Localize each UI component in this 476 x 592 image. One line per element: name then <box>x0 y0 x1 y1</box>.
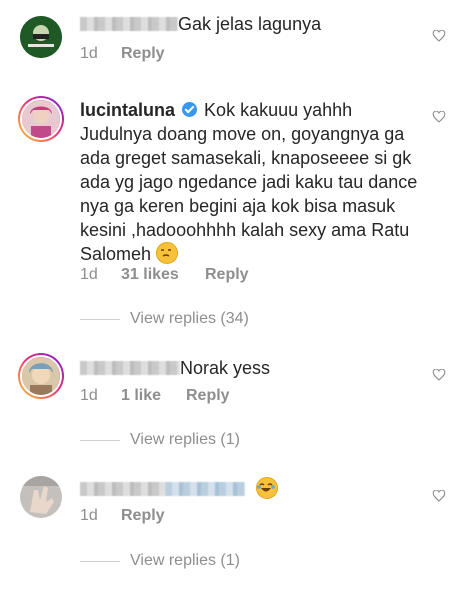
comment-time: 1d <box>80 507 98 524</box>
view-replies-row[interactable]: View replies (1) <box>80 430 320 450</box>
reply-button[interactable]: Reply <box>186 386 230 406</box>
heart-outline-icon[interactable] <box>432 111 446 123</box>
heart-outline-icon[interactable] <box>432 369 446 381</box>
comment-body: Kok kakuuu yahhh Judulnya doang move on,… <box>80 100 418 264</box>
face-with-tears-of-joy-icon <box>256 477 279 499</box>
redacted-username <box>80 482 165 496</box>
comment-text: Norak yess <box>80 356 420 380</box>
heart-outline-icon[interactable] <box>432 490 446 502</box>
comment-time: 1d <box>80 387 98 404</box>
avatar[interactable] <box>20 16 62 58</box>
likes-count[interactable]: 31 likes <box>121 265 179 285</box>
replies-divider <box>80 319 120 320</box>
view-replies-link[interactable]: View replies (34) <box>130 309 249 329</box>
comment-text <box>80 477 420 501</box>
avatar-logo-icon <box>20 16 62 58</box>
comment-body: Norak yess <box>180 358 271 378</box>
comment-text: lucintaluna Kok kakuuu yahhh Judulnya do… <box>80 98 425 266</box>
redacted-text <box>165 482 245 496</box>
comment-body: Gak jelas lagunya <box>178 14 322 34</box>
replies-divider <box>80 440 120 441</box>
avatar-photo-icon <box>22 100 60 138</box>
replies-divider <box>80 561 120 562</box>
likes-count[interactable]: 1 like <box>121 386 161 406</box>
comment-text: Gak jelas lagunya <box>80 12 420 36</box>
comment-username[interactable]: lucintaluna <box>80 100 175 120</box>
avatar[interactable] <box>18 353 64 399</box>
comment-time: 1d <box>80 45 98 62</box>
verified-badge-icon <box>182 102 198 117</box>
view-replies-link[interactable]: View replies (1) <box>130 551 240 571</box>
avatar[interactable] <box>20 476 62 518</box>
reply-button[interactable]: Reply <box>205 265 249 285</box>
reply-button[interactable]: Reply <box>121 44 165 64</box>
avatar[interactable] <box>18 96 64 142</box>
heart-outline-icon[interactable] <box>432 30 446 42</box>
view-replies-row[interactable]: View replies (1) <box>80 551 320 571</box>
unamused-face-icon <box>156 242 179 264</box>
avatar-photo-icon <box>22 357 60 395</box>
avatar-photo-icon <box>20 476 62 518</box>
reply-button[interactable]: Reply <box>121 506 165 526</box>
view-replies-link[interactable]: View replies (1) <box>130 430 240 450</box>
redacted-username <box>80 361 180 375</box>
view-replies-row[interactable]: View replies (34) <box>80 309 320 329</box>
redacted-username <box>80 17 178 31</box>
comment-time: 1d <box>80 266 98 283</box>
